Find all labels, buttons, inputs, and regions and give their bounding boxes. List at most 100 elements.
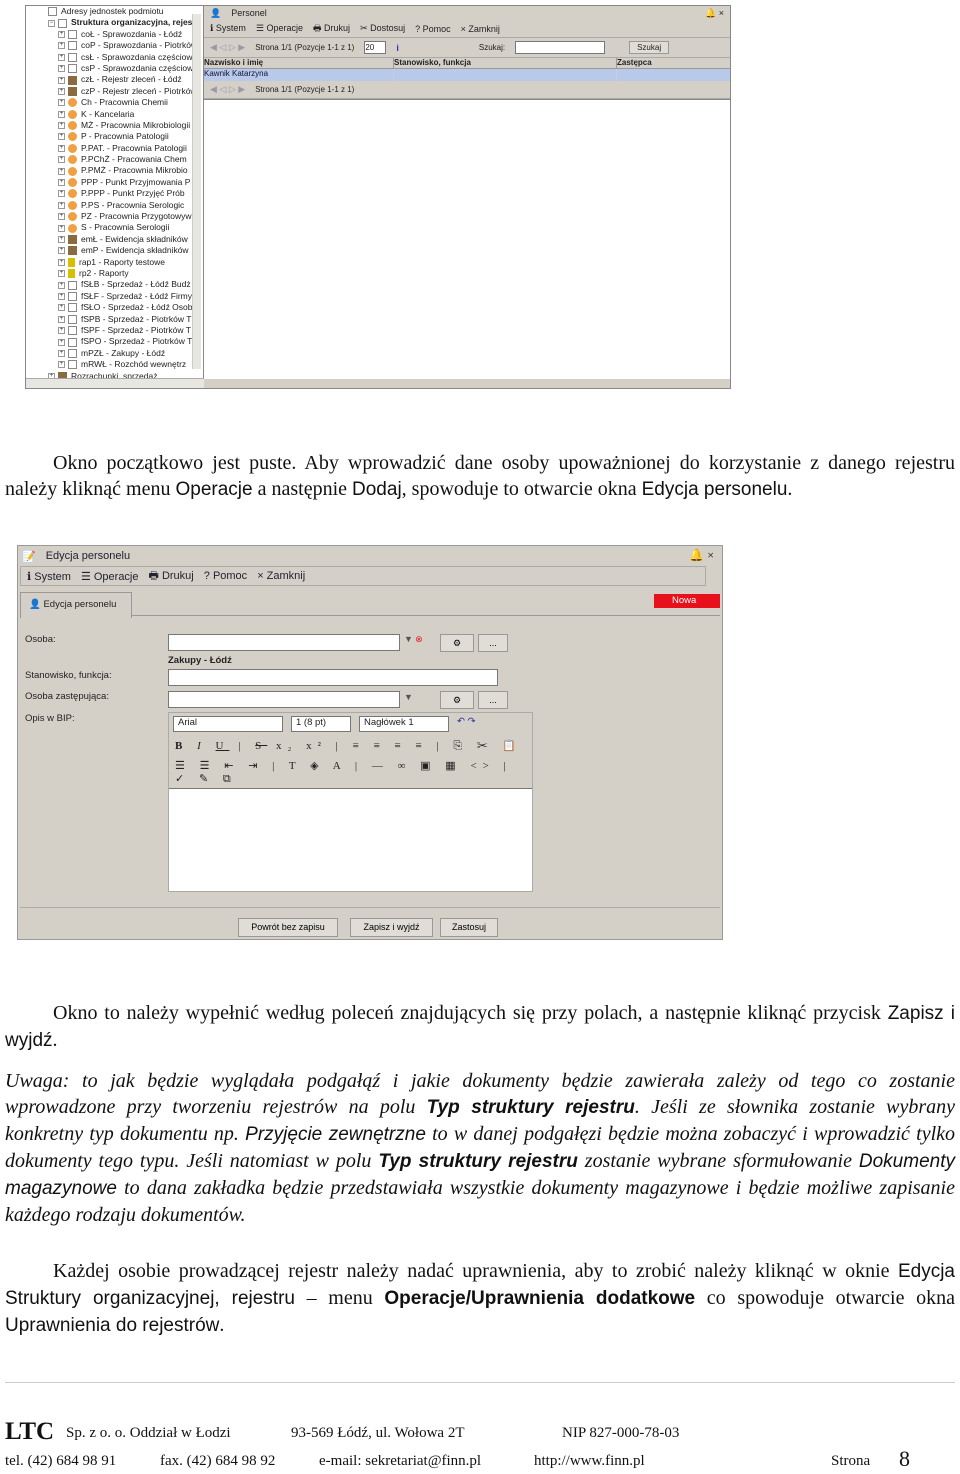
column-header[interactable]: Zastępca (617, 58, 652, 68)
expand-icon[interactable]: + (58, 201, 65, 209)
dropdown-arrow-icon[interactable]: ▼ ⊗ (404, 634, 423, 645)
tree-item[interactable]: + MŻ - Pracownia Mikrobiologii (26, 120, 203, 131)
osoba-input[interactable] (168, 634, 400, 651)
stanowisko-input[interactable] (168, 669, 498, 686)
pick-button[interactable]: ⚙ (440, 691, 474, 709)
expand-icon[interactable]: − (48, 19, 55, 27)
tree-item[interactable]: + PPP - Punkt Przyjmowania P (26, 177, 203, 188)
tree-item[interactable]: + P - Pracownia Patologii (26, 131, 203, 142)
expand-icon[interactable]: + (58, 87, 65, 95)
tree-item[interactable]: + P.PS - Pracownia Serologic (26, 200, 203, 211)
tree-item[interactable]: Adresy jednostek podmiotu (26, 6, 203, 17)
search-button[interactable]: Szukaj (629, 41, 670, 54)
expand-icon[interactable]: + (58, 213, 65, 221)
expand-icon[interactable]: + (58, 224, 65, 232)
browse-button[interactable]: ... (478, 691, 508, 709)
tree-item[interactable]: + emŁ - Ewidencja składników (26, 234, 203, 245)
info-icon[interactable]: i (396, 43, 399, 53)
tree-item[interactable]: + P.PMŻ - Pracownia Mikrobio (26, 165, 203, 176)
tree-item[interactable]: + S - Pracownia Serologii (26, 222, 203, 233)
tree-item[interactable]: + czP - Rejestr zleceń - Piotrków (26, 86, 203, 97)
tree-item[interactable]: + rap1 - Raporty testowe (26, 257, 203, 268)
tree-item[interactable]: + Ch - Pracownia Chemii (26, 97, 203, 108)
expand-icon[interactable]: + (58, 281, 65, 289)
tree-item[interactable]: + fSŁF - Sprzedaż - Łódź Firmy (26, 291, 203, 302)
search-input[interactable] (515, 41, 606, 54)
menu-item-operacje[interactable]: ☰ Operacje (256, 23, 303, 34)
tree-item[interactable]: − Struktura organizacyjna, rejestr (26, 17, 203, 28)
expand-icon[interactable]: + (58, 247, 65, 255)
tree-item[interactable]: + fSPO - Sprzedaż - Piotrków T (26, 336, 203, 347)
column-header[interactable]: Nazwisko i imię (204, 58, 394, 68)
expand-icon[interactable]: + (58, 42, 65, 50)
tree-item[interactable]: + coŁ - Sprawozdania - Łódź (26, 29, 203, 40)
tree-item[interactable]: + rp2 - Raporty (26, 268, 203, 279)
menu-item-drukuj[interactable]: 🖶 Drukuj (149, 567, 194, 586)
expand-icon[interactable]: + (58, 349, 65, 357)
size-select[interactable]: 1 (8 pt) (291, 716, 351, 732)
tree-item[interactable]: + fSŁB - Sprzedaż - Łódź Budż (26, 279, 203, 290)
tree-item[interactable]: + fSPF - Sprzedaż - Piotrków T (26, 325, 203, 336)
menu-item-zamknij[interactable]: × Zamknij (257, 570, 305, 582)
tree-item[interactable]: + mRWŁ - Rozchód wewnętrz (26, 359, 203, 370)
expand-icon[interactable]: + (58, 133, 65, 141)
expand-icon[interactable]: + (58, 76, 65, 84)
expand-icon[interactable]: + (58, 258, 65, 266)
menu-item-pomoc[interactable]: ? Pomoc (415, 24, 451, 34)
tree-item[interactable]: + P.PChŻ - Pracowania Chem (26, 154, 203, 165)
menu-item-drukuj[interactable]: 🖶 Drukuj (313, 21, 350, 37)
font-select[interactable]: Arial (173, 716, 283, 732)
menu-item-dostosuj[interactable]: ✂ Dostosuj (360, 23, 405, 34)
expand-icon[interactable]: + (58, 65, 65, 73)
expand-icon[interactable]: + (58, 179, 65, 187)
expand-icon[interactable]: + (58, 110, 65, 118)
tree-item[interactable]: + P.PPP - Punkt Przyjęć Prób (26, 188, 203, 199)
expand-icon[interactable]: + (58, 236, 65, 243)
tree-horizontal-scrollbar[interactable] (26, 378, 204, 388)
browse-button[interactable]: ... (478, 634, 508, 652)
tree-item[interactable]: + fSPB - Sprzedaż - Piotrków T (26, 314, 203, 325)
table-row[interactable]: Kawnik Katarzyna (204, 69, 730, 81)
pager-nav-icons[interactable]: ◀ ◁ ▷ ▶ (210, 84, 245, 95)
close-icon[interactable]: 🔔 × (689, 548, 714, 563)
zastepca-input[interactable] (168, 691, 400, 708)
tree-item[interactable]: + PZ - Pracownia Przygotowyw (26, 211, 203, 222)
tree-item[interactable]: + csP - Sprawozdania częściowe (26, 63, 203, 74)
page-size-select[interactable]: 20 (364, 41, 387, 54)
expand-icon[interactable]: + (58, 53, 65, 61)
expand-icon[interactable]: + (58, 144, 65, 152)
expand-icon[interactable]: + (58, 292, 65, 300)
menu-item-pomoc[interactable]: ? Pomoc (204, 570, 247, 582)
editor-content[interactable] (169, 788, 532, 891)
expand-icon[interactable]: + (58, 315, 65, 323)
expand-icon[interactable]: + (58, 156, 65, 164)
expand-icon[interactable]: + (58, 304, 65, 312)
save-and-exit-button[interactable]: Zapisz i wyjdź (350, 918, 433, 937)
format-toolbar[interactable]: B I U | S x₂ x² | ≡ ≡ ≡ ≡ | ⎘ ✂ 📋 (169, 735, 532, 757)
menu-item-zamknij[interactable]: × Zamknij (461, 24, 500, 34)
tab-edycja-personelu[interactable]: 👤 Edycja personelu (20, 592, 132, 618)
back-without-save-button[interactable]: Powrót bez zapisu (238, 918, 338, 937)
tree-item[interactable]: + czŁ - Rejestr zleceń - Łódź (26, 74, 203, 85)
expand-icon[interactable]: + (58, 30, 65, 38)
tree-item[interactable]: + P.PAT. - Pracownia Patologii (26, 143, 203, 154)
apply-button[interactable]: Zastosuj (440, 918, 498, 937)
menu-item-system[interactable]: ℹ System (210, 23, 246, 34)
expand-icon[interactable]: + (58, 270, 65, 278)
expand-icon[interactable]: + (58, 190, 65, 198)
tree-item[interactable]: + K - Kancelaria (26, 109, 203, 120)
tree-item[interactable]: + emP - Ewidencja składników (26, 245, 203, 256)
menu-item-operacje[interactable]: ☰ Operacje (81, 570, 139, 583)
expand-icon[interactable]: + (58, 167, 65, 175)
dropdown-arrow-icon[interactable]: ▼ (404, 692, 413, 702)
tree-item[interactable]: + mPZŁ - Zakupy - Łódź (26, 348, 203, 359)
insert-toolbar[interactable]: ☰ ☰ ⇤ ⇥ | T ◈ A | — ∞ ▣ ▦ <> | ✓ ✎ ⧉ (169, 757, 532, 788)
tree-item[interactable]: + coP - Sprawozdania - Piotrków (26, 40, 203, 51)
style-select[interactable]: Nagłówek 1 (359, 716, 449, 732)
undo-redo-icons[interactable]: ↶ ↷ (457, 716, 476, 732)
expand-icon[interactable]: + (58, 122, 65, 130)
expand-icon[interactable]: + (58, 338, 65, 346)
close-icon[interactable]: 🔔 × (705, 8, 724, 19)
tree-item[interactable]: + csŁ - Sprawozdania częściowe (26, 52, 203, 63)
expand-icon[interactable]: + (58, 327, 65, 335)
